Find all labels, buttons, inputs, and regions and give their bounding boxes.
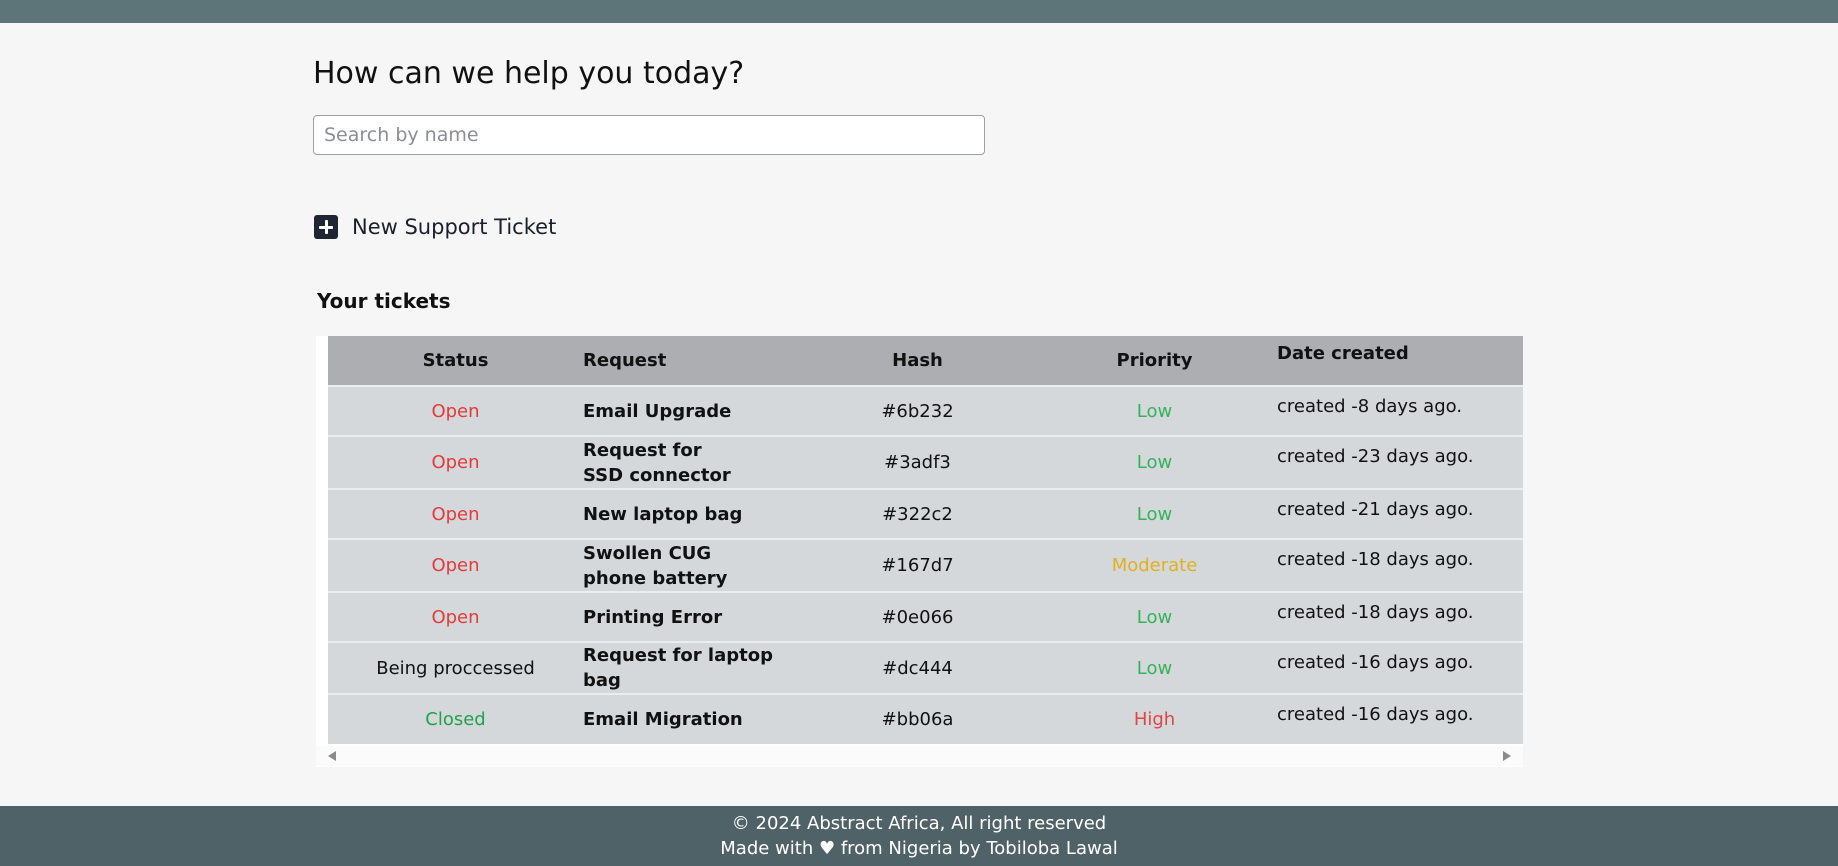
request-cell: New laptop bag [583, 489, 803, 539]
table-row[interactable]: Open Request for SSD connector #3adf3 Low cr… [328, 436, 1523, 489]
status-cell-text: Open [431, 606, 480, 628]
request-cell: Email Upgrade [583, 386, 803, 436]
request-cell-text: Request for SSD connector [583, 439, 731, 486]
priority-cell: High [1032, 694, 1277, 744]
status-cell: Open [328, 592, 583, 642]
priority-cell: Low [1032, 436, 1277, 489]
status-cell-text: Open [431, 503, 480, 525]
priority-cell: Moderate [1032, 539, 1277, 592]
status-cell-text: Open [431, 452, 480, 473]
section-title: Your tickets [317, 289, 451, 313]
date-cell: created -18 days ago. [1277, 592, 1523, 642]
priority-cell-text: Low [1136, 657, 1173, 679]
priority-cell-text: Moderate [1111, 555, 1198, 576]
table-row[interactable]: Open New laptop bag #322c2 Low created -21 d… [328, 489, 1523, 539]
date-cell: created -18 days ago. [1277, 539, 1523, 592]
date-cell-text: created -16 days ago. [1277, 652, 1474, 673]
table-header-row: Status Request Hash Priority Date create… [328, 336, 1523, 386]
request-cell-text: New laptop bag [583, 503, 743, 525]
request-cell-text: Email Upgrade [583, 400, 732, 422]
request-cell: Request for laptop bag [583, 642, 803, 694]
date-cell-text: created -23 days ago. [1277, 446, 1474, 467]
priority-cell-text: High [1133, 709, 1176, 730]
status-cell: Open [328, 489, 583, 539]
status-cell: Open [328, 436, 583, 489]
status-cell-text: Open [431, 400, 480, 422]
date-cell-text: created -18 days ago. [1277, 549, 1474, 570]
footer: © 2024 Abstract Africa, All right reserv… [0, 806, 1838, 866]
column-header-priority[interactable]: Priority [1032, 336, 1277, 386]
status-cell: Being proccessed [328, 642, 583, 694]
footer-copyright: © 2024 Abstract Africa, All right reserv… [731, 813, 1107, 834]
footer-credit: Made with ♥ from Nigeria by Tobiloba Law… [720, 838, 1118, 859]
status-cell-text: Closed [425, 709, 486, 730]
hash-cell-text: #6b232 [881, 400, 954, 422]
priority-cell-text: Low [1136, 452, 1173, 473]
date-cell: created -23 days ago. [1277, 436, 1523, 489]
hash-cell: #6b232 [803, 386, 1032, 436]
column-header-request[interactable]: Request [583, 336, 803, 386]
request-cell: Swollen CUG phone battery [583, 539, 803, 592]
priority-cell-text: Low [1136, 400, 1173, 422]
request-cell: Printing Error [583, 592, 803, 642]
request-cell-text: Swollen CUG phone battery [583, 542, 728, 589]
date-cell-text: created -18 days ago. [1277, 602, 1474, 623]
table-row[interactable]: Open Swollen CUG phone battery #167d7 Moder… [328, 539, 1523, 592]
tickets-table-body: Open Email Upgrade #6b232 Low created -8 day… [328, 386, 1523, 744]
hash-cell-text: #167d7 [881, 555, 954, 576]
hash-cell-text: #0e066 [881, 606, 954, 628]
hash-cell: #bb06a [803, 694, 1032, 744]
plus-square-icon [314, 215, 338, 239]
date-cell-text: created -8 days ago. [1277, 396, 1463, 417]
priority-cell-text: Low [1136, 503, 1173, 525]
priority-cell: Low [1032, 489, 1277, 539]
date-cell: created -21 days ago. [1277, 489, 1523, 539]
column-header-status[interactable]: Status [328, 336, 583, 386]
tickets-table-container: Status Request Hash Priority Date create… [316, 336, 1523, 767]
hash-cell-text: #bb06a [881, 709, 954, 730]
date-cell-text: created -21 days ago. [1277, 499, 1474, 520]
hash-cell-text: #3adf3 [884, 452, 951, 473]
top-bar [0, 0, 1838, 23]
date-cell: created -16 days ago. [1277, 642, 1523, 694]
tickets-table: Status Request Hash Priority Date create… [328, 336, 1523, 744]
hash-cell-text: #dc444 [882, 657, 953, 679]
column-header-date[interactable]: Date created [1277, 336, 1523, 386]
status-cell: Open [328, 539, 583, 592]
status-cell: Open [328, 386, 583, 436]
request-cell-text: Email Migration [583, 709, 743, 730]
status-cell-text: Being proccessed [376, 657, 535, 679]
request-cell-text: Request for laptop bag [583, 645, 773, 691]
horizontal-scrollbar[interactable] [316, 746, 1523, 766]
table-row[interactable]: Open Printing Error #0e066 Low created -18 d… [328, 592, 1523, 642]
priority-cell: Low [1032, 592, 1277, 642]
table-row[interactable]: Open Email Upgrade #6b232 Low created -8 day… [328, 386, 1523, 436]
priority-cell: Low [1032, 386, 1277, 436]
request-cell-text: Printing Error [583, 606, 723, 628]
scroll-left-arrow-icon[interactable] [328, 751, 336, 761]
status-cell-text: Open [431, 555, 480, 576]
request-cell: Request for SSD connector [583, 436, 803, 489]
date-cell-text: created -16 days ago. [1277, 704, 1474, 725]
table-row[interactable]: Closed Email Migration #bb06a High created -… [328, 694, 1523, 744]
hash-cell: #0e066 [803, 592, 1032, 642]
priority-cell-text: Low [1136, 606, 1173, 628]
new-support-ticket-button[interactable]: New Support Ticket [314, 213, 556, 241]
page-title: How can we help you today? [313, 56, 745, 91]
request-cell: Email Migration [583, 694, 803, 744]
hash-cell: #dc444 [803, 642, 1032, 694]
column-header-hash[interactable]: Hash [803, 336, 1032, 386]
hash-cell: #167d7 [803, 539, 1032, 592]
status-cell: Closed [328, 694, 583, 744]
hash-cell: #322c2 [803, 489, 1032, 539]
hash-cell-text: #322c2 [882, 503, 953, 525]
scroll-right-arrow-icon[interactable] [1503, 751, 1511, 761]
date-cell: created -16 days ago. [1277, 694, 1523, 744]
search-input[interactable] [313, 115, 985, 155]
date-cell: created -8 days ago. [1277, 386, 1523, 436]
priority-cell: Low [1032, 642, 1277, 694]
hash-cell: #3adf3 [803, 436, 1032, 489]
new-ticket-label: New Support Ticket [352, 215, 557, 239]
table-row[interactable]: Being proccessed Request for laptop bag #d… [328, 642, 1523, 694]
